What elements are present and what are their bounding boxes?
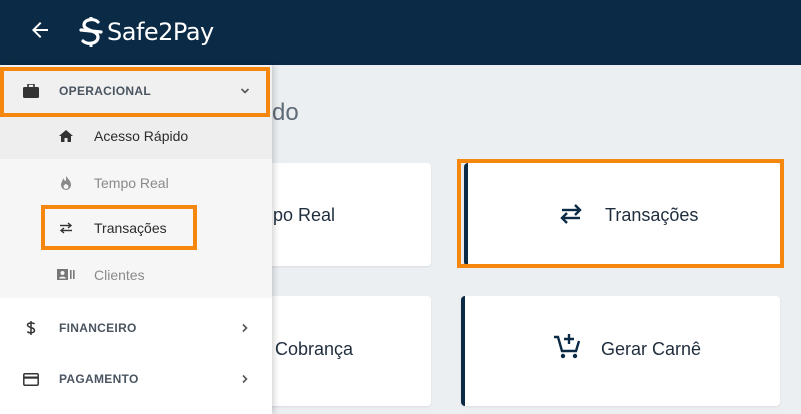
sidebar-item-label: Acesso Rápido [94, 128, 189, 144]
card-transacoes[interactable]: Transações [464, 163, 780, 266]
swap-arrows-icon [558, 203, 584, 230]
chevron-right-icon [238, 321, 252, 335]
credit-card-icon [22, 370, 40, 388]
page-title: do [272, 99, 299, 126]
sidebar-group-label: OPERACIONAL [59, 84, 151, 98]
chevron-down-icon [238, 84, 252, 98]
sidebar-item-acesso-rapido[interactable]: Acesso Rápido [0, 113, 272, 159]
brand-name: Safe2Pay [107, 18, 214, 46]
sidebar-group-pagamento[interactable]: PAGAMENTO [0, 353, 272, 405]
sidebar-group-operacional[interactable]: OPERACIONAL [0, 65, 272, 117]
chevron-right-icon [238, 372, 252, 386]
briefcase-icon [22, 82, 40, 100]
contacts-card-icon [57, 266, 75, 284]
card-label: Gerar Carnê [601, 339, 702, 359]
sidebar-item-label: Clientes [94, 267, 145, 283]
safe2pay-s-logo-icon [79, 17, 103, 47]
home-icon [57, 127, 75, 145]
brand-logo[interactable]: Safe2Pay [78, 14, 214, 50]
sidebar-item-label: Tempo Real [94, 175, 169, 191]
sidebar-item-tempo-real[interactable]: Tempo Real [0, 160, 272, 206]
flame-icon [57, 174, 75, 192]
sidebar-group-label: PAGAMENTO [59, 372, 139, 386]
arrow-left-icon [32, 22, 48, 38]
sidebar: OPERACIONAL Acesso Rápido Tempo Real Tra… [0, 65, 272, 414]
sidebar-item-label: Transações [94, 220, 167, 236]
sidebar-item-clientes[interactable]: Clientes [0, 252, 272, 298]
cart-add-icon [552, 331, 582, 366]
card-label: Transações [605, 205, 699, 225]
sidebar-item-transacoes[interactable]: Transações [0, 205, 272, 251]
sidebar-group-label: FINANCEIRO [59, 321, 137, 335]
back-button[interactable] [28, 18, 52, 42]
card-gerar-carne[interactable]: Gerar Carnê [461, 296, 780, 406]
sidebar-group-financeiro[interactable]: FINANCEIRO [0, 302, 272, 354]
top-app-bar: Safe2Pay [0, 0, 801, 65]
swap-arrows-icon [57, 219, 75, 237]
dollar-icon [22, 319, 40, 337]
